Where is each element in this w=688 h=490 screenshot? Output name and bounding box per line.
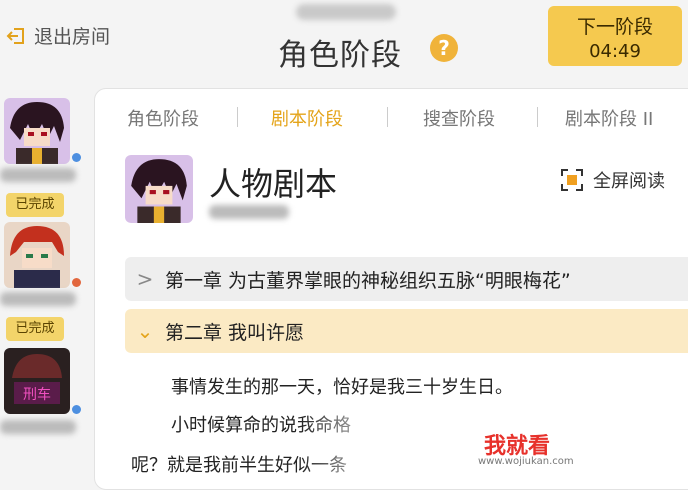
tab-divider xyxy=(237,107,238,127)
tab-script-stage[interactable]: 剧本阶段 xyxy=(271,105,343,131)
character-avatar xyxy=(125,155,193,223)
blurred-room-name xyxy=(296,4,396,20)
fullscreen-read-label: 全屏阅读 xyxy=(593,171,665,192)
text-fade-overlay xyxy=(300,415,600,477)
tab-script-stage-2[interactable]: 剧本阶段 II xyxy=(565,105,653,131)
player-name-3 xyxy=(0,420,76,434)
fullscreen-icon xyxy=(561,169,583,191)
player-avatar-2[interactable] xyxy=(4,222,70,288)
character-name-blurred xyxy=(209,205,289,219)
script-title: 人物剧本 xyxy=(209,165,338,203)
player-done-badge-1: 已完成 xyxy=(6,193,64,217)
content-line-1: 事情发生的那一天，恰好是我三十岁生日。 xyxy=(171,377,513,398)
exit-room-button[interactable]: 退出房间 xyxy=(6,22,110,49)
tab-search-stage[interactable]: 搜查阶段 xyxy=(423,105,495,131)
help-icon[interactable]: ? xyxy=(430,34,458,62)
player-avatar-3[interactable]: 刑车 xyxy=(4,348,70,414)
next-stage-button[interactable]: 下一阶段 04:49 xyxy=(548,6,682,66)
player-status-dot-1 xyxy=(72,153,81,162)
player-list: 已完成 已完成 刑车 xyxy=(0,92,90,477)
player-status-dot-3 xyxy=(72,405,81,414)
stage-tabs: 角色阶段 剧本阶段 搜查阶段 剧本阶段 II xyxy=(95,89,688,141)
next-stage-label: 下一阶段 xyxy=(576,16,653,38)
tab-divider xyxy=(537,107,538,127)
tab-divider xyxy=(387,107,388,127)
player-done-badge-2: 已完成 xyxy=(6,317,64,341)
player-name-2 xyxy=(0,292,76,306)
tab-role-stage[interactable]: 角色阶段 xyxy=(127,105,199,131)
fullscreen-read-button[interactable]: 全屏阅读 xyxy=(561,167,665,193)
countdown-timer: 04:49 xyxy=(589,41,641,62)
chapter-2-title: 第二章 我叫许愿 xyxy=(165,321,305,344)
chevron-down-icon: ⌄ xyxy=(136,319,154,343)
chevron-right-icon: > xyxy=(136,267,154,291)
chapter-2-header[interactable]: ⌄ 第二章 我叫许愿 xyxy=(125,309,688,353)
player-status-dot-2 xyxy=(72,278,81,287)
player-avatar-1[interactable] xyxy=(4,98,70,164)
page-title: 角色阶段 xyxy=(278,38,402,73)
watermark-url: www.wojiukan.com xyxy=(478,456,574,467)
svg-text:刑车: 刑车 xyxy=(23,386,51,403)
chapter-1-header[interactable]: > 第一章 为古董界掌眼的神秘组织五脉“明眼梅花” xyxy=(125,257,688,301)
player-name-1 xyxy=(0,168,76,182)
chapter-1-title: 第一章 为古董界掌眼的神秘组织五脉“明眼梅花” xyxy=(165,269,571,292)
exit-icon xyxy=(6,27,24,44)
exit-room-label: 退出房间 xyxy=(34,26,111,48)
